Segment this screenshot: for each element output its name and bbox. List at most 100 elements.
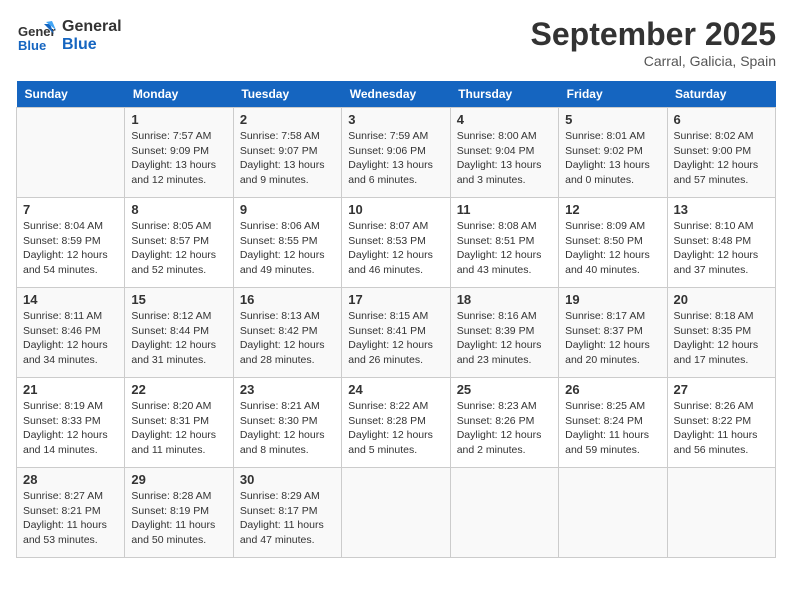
cell-info: Sunrise: 8:11 AM Sunset: 8:46 PM Dayligh…: [23, 309, 118, 368]
calendar-cell: 10 Sunrise: 8:07 AM Sunset: 8:53 PM Dayli…: [342, 198, 450, 288]
day-number: 5: [565, 112, 660, 127]
cell-info: Sunrise: 8:07 AM Sunset: 8:53 PM Dayligh…: [348, 219, 443, 278]
cell-info: Sunrise: 8:19 AM Sunset: 8:33 PM Dayligh…: [23, 399, 118, 458]
cell-info: Sunrise: 8:22 AM Sunset: 8:28 PM Dayligh…: [348, 399, 443, 458]
day-number: 17: [348, 292, 443, 307]
cell-info: Sunrise: 8:13 AM Sunset: 8:42 PM Dayligh…: [240, 309, 335, 368]
day-number: 2: [240, 112, 335, 127]
weekday-header-sunday: Sunday: [17, 81, 125, 108]
day-number: 10: [348, 202, 443, 217]
calendar-cell: 2Sunrise: 7:58 AM Sunset: 9:07 PM Daylig…: [233, 108, 341, 198]
cell-info: Sunrise: 8:02 AM Sunset: 9:00 PM Dayligh…: [674, 129, 769, 188]
svg-text:Blue: Blue: [18, 38, 46, 53]
calendar-cell: 5 Sunrise: 8:01 AM Sunset: 9:02 PM Daylig…: [559, 108, 667, 198]
weekday-header-saturday: Saturday: [667, 81, 775, 108]
calendar-cell: 25 Sunrise: 8:23 AM Sunset: 8:26 PM Dayli…: [450, 378, 558, 468]
day-number: 25: [457, 382, 552, 397]
calendar-cell: 4 Sunrise: 8:00 AM Sunset: 9:04 PM Daylig…: [450, 108, 558, 198]
logo: General Blue General Blue: [16, 16, 122, 56]
calendar-cell: 27 Sunrise: 8:26 AM Sunset: 8:22 PM Dayli…: [667, 378, 775, 468]
calendar-cell: [342, 468, 450, 558]
day-number: 13: [674, 202, 769, 217]
month-title: September 2025: [531, 16, 776, 53]
weekday-header-wednesday: Wednesday: [342, 81, 450, 108]
day-number: 21: [23, 382, 118, 397]
calendar-week-5: 28 Sunrise: 8:27 AM Sunset: 8:21 PM Dayli…: [17, 468, 776, 558]
calendar-cell: 9 Sunrise: 8:06 AM Sunset: 8:55 PM Daylig…: [233, 198, 341, 288]
calendar-cell: 23 Sunrise: 8:21 AM Sunset: 8:30 PM Dayli…: [233, 378, 341, 468]
cell-info: Sunrise: 8:04 AM Sunset: 8:59 PM Dayligh…: [23, 219, 118, 278]
logo-line2: Blue: [62, 36, 122, 54]
cell-info: Sunrise: 8:20 AM Sunset: 8:31 PM Dayligh…: [131, 399, 226, 458]
cell-info: Sunrise: 8:08 AM Sunset: 8:51 PM Dayligh…: [457, 219, 552, 278]
calendar-cell: 12Sunrise: 8:09 AM Sunset: 8:50 PM Dayli…: [559, 198, 667, 288]
day-number: 7: [23, 202, 118, 217]
calendar-week-1: 1Sunrise: 7:57 AM Sunset: 9:09 PM Daylig…: [17, 108, 776, 198]
cell-info: Sunrise: 8:27 AM Sunset: 8:21 PM Dayligh…: [23, 489, 118, 548]
calendar-cell: 30 Sunrise: 8:29 AM Sunset: 8:17 PM Dayli…: [233, 468, 341, 558]
calendar-cell: 6 Sunrise: 8:02 AM Sunset: 9:00 PM Daylig…: [667, 108, 775, 198]
cell-info: Sunrise: 8:16 AM Sunset: 8:39 PM Dayligh…: [457, 309, 552, 368]
day-number: 23: [240, 382, 335, 397]
day-number: 29: [131, 472, 226, 487]
day-number: 19: [565, 292, 660, 307]
day-number: 11: [457, 202, 552, 217]
day-number: 6: [674, 112, 769, 127]
day-number: 28: [23, 472, 118, 487]
calendar-cell: 26Sunrise: 8:25 AM Sunset: 8:24 PM Dayli…: [559, 378, 667, 468]
calendar-cell: 11 Sunrise: 8:08 AM Sunset: 8:51 PM Dayli…: [450, 198, 558, 288]
logo-icon: General Blue: [16, 16, 56, 56]
day-number: 9: [240, 202, 335, 217]
cell-info: Sunrise: 8:18 AM Sunset: 8:35 PM Dayligh…: [674, 309, 769, 368]
calendar-cell: 29 Sunrise: 8:28 AM Sunset: 8:19 PM Dayli…: [125, 468, 233, 558]
cell-info: Sunrise: 8:00 AM Sunset: 9:04 PM Dayligh…: [457, 129, 552, 188]
weekday-header-thursday: Thursday: [450, 81, 558, 108]
calendar-cell: 22 Sunrise: 8:20 AM Sunset: 8:31 PM Dayli…: [125, 378, 233, 468]
cell-info: Sunrise: 8:06 AM Sunset: 8:55 PM Dayligh…: [240, 219, 335, 278]
calendar-week-3: 14Sunrise: 8:11 AM Sunset: 8:46 PM Dayli…: [17, 288, 776, 378]
calendar-week-4: 21 Sunrise: 8:19 AM Sunset: 8:33 PM Dayli…: [17, 378, 776, 468]
calendar-cell: 28 Sunrise: 8:27 AM Sunset: 8:21 PM Dayli…: [17, 468, 125, 558]
day-number: 24: [348, 382, 443, 397]
cell-info: Sunrise: 7:59 AM Sunset: 9:06 PM Dayligh…: [348, 129, 443, 188]
cell-info: Sunrise: 8:28 AM Sunset: 8:19 PM Dayligh…: [131, 489, 226, 548]
cell-info: Sunrise: 8:05 AM Sunset: 8:57 PM Dayligh…: [131, 219, 226, 278]
day-number: 16: [240, 292, 335, 307]
cell-info: Sunrise: 8:15 AM Sunset: 8:41 PM Dayligh…: [348, 309, 443, 368]
calendar-cell: 3 Sunrise: 7:59 AM Sunset: 9:06 PM Daylig…: [342, 108, 450, 198]
cell-info: Sunrise: 7:57 AM Sunset: 9:09 PM Dayligh…: [131, 129, 226, 188]
cell-info: Sunrise: 8:10 AM Sunset: 8:48 PM Dayligh…: [674, 219, 769, 278]
calendar-cell: 21 Sunrise: 8:19 AM Sunset: 8:33 PM Dayli…: [17, 378, 125, 468]
logo-line1: General: [62, 18, 122, 36]
day-number: 20: [674, 292, 769, 307]
calendar-cell: 13 Sunrise: 8:10 AM Sunset: 8:48 PM Dayli…: [667, 198, 775, 288]
cell-info: Sunrise: 8:29 AM Sunset: 8:17 PM Dayligh…: [240, 489, 335, 548]
calendar-cell: [450, 468, 558, 558]
day-number: 30: [240, 472, 335, 487]
cell-info: Sunrise: 8:26 AM Sunset: 8:22 PM Dayligh…: [674, 399, 769, 458]
day-number: 4: [457, 112, 552, 127]
page-header: General Blue General Blue September 2025…: [16, 16, 776, 69]
calendar-cell: [17, 108, 125, 198]
cell-info: Sunrise: 8:21 AM Sunset: 8:30 PM Dayligh…: [240, 399, 335, 458]
calendar-cell: 18Sunrise: 8:16 AM Sunset: 8:39 PM Dayli…: [450, 288, 558, 378]
calendar-cell: 19 Sunrise: 8:17 AM Sunset: 8:37 PM Dayli…: [559, 288, 667, 378]
cell-info: Sunrise: 8:23 AM Sunset: 8:26 PM Dayligh…: [457, 399, 552, 458]
calendar-week-2: 7 Sunrise: 8:04 AM Sunset: 8:59 PM Daylig…: [17, 198, 776, 288]
calendar-cell: 24 Sunrise: 8:22 AM Sunset: 8:28 PM Dayli…: [342, 378, 450, 468]
calendar-cell: 15Sunrise: 8:12 AM Sunset: 8:44 PM Dayli…: [125, 288, 233, 378]
day-number: 8: [131, 202, 226, 217]
calendar-cell: 17 Sunrise: 8:15 AM Sunset: 8:41 PM Dayli…: [342, 288, 450, 378]
cell-info: Sunrise: 8:17 AM Sunset: 8:37 PM Dayligh…: [565, 309, 660, 368]
day-number: 22: [131, 382, 226, 397]
weekday-header-tuesday: Tuesday: [233, 81, 341, 108]
day-number: 12: [565, 202, 660, 217]
calendar-table: SundayMondayTuesdayWednesdayThursdayFrid…: [16, 81, 776, 558]
calendar-cell: 1Sunrise: 7:57 AM Sunset: 9:09 PM Daylig…: [125, 108, 233, 198]
cell-info: Sunrise: 8:01 AM Sunset: 9:02 PM Dayligh…: [565, 129, 660, 188]
day-number: 27: [674, 382, 769, 397]
location: Carral, Galicia, Spain: [531, 53, 776, 69]
day-number: 3: [348, 112, 443, 127]
weekday-header-friday: Friday: [559, 81, 667, 108]
day-number: 15: [131, 292, 226, 307]
